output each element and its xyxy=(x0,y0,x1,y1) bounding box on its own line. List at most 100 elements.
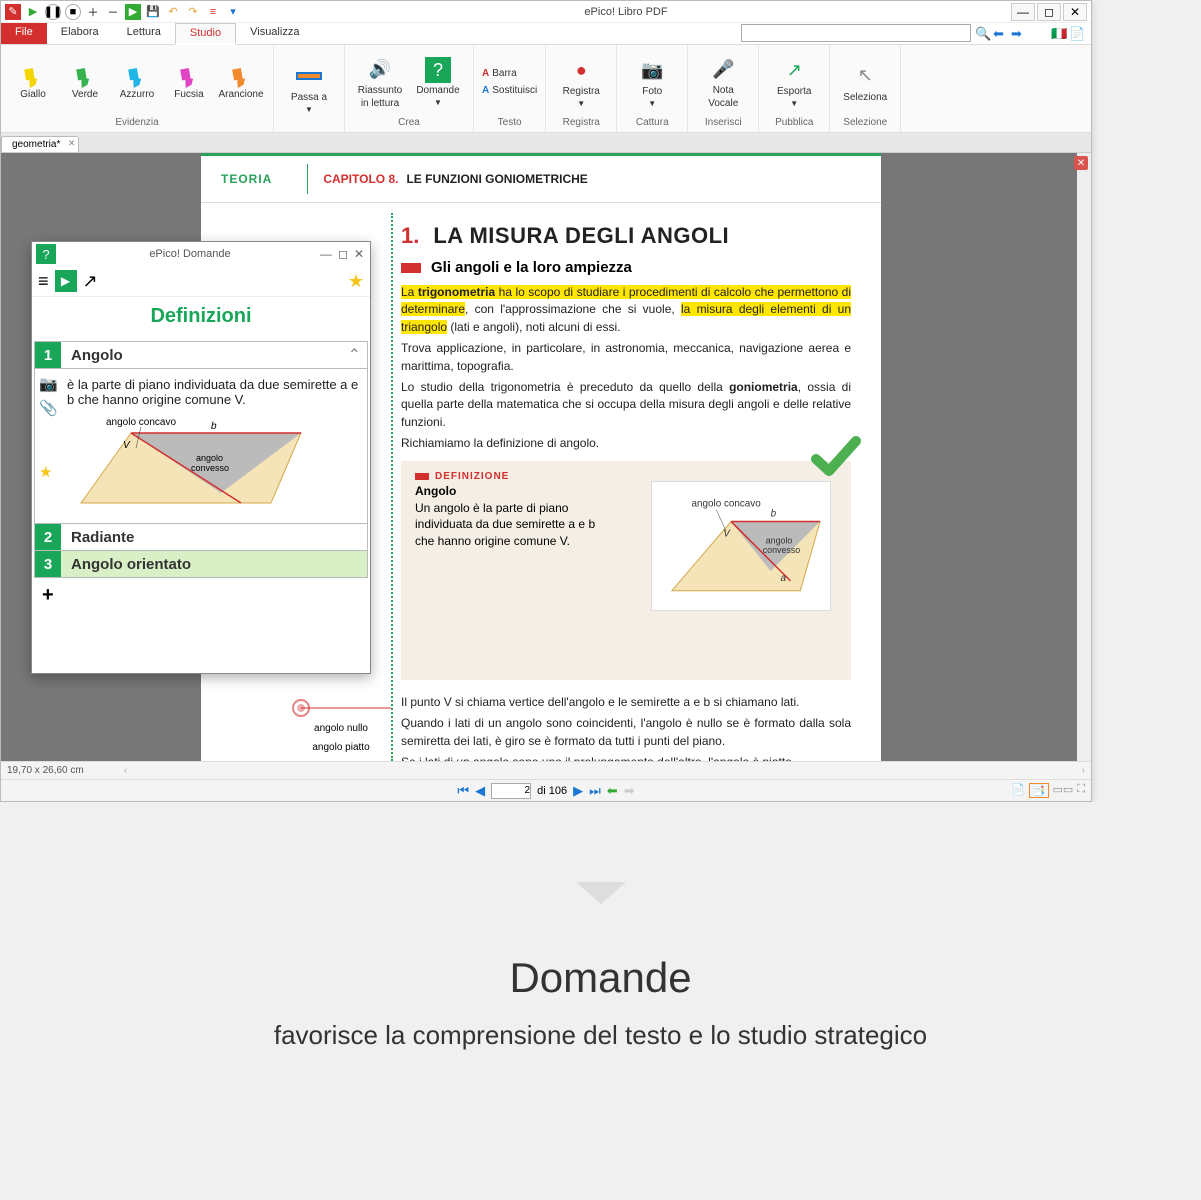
group-cattura-label: Cattura xyxy=(625,115,679,128)
highlight-giallo[interactable]: Giallo xyxy=(9,49,57,115)
maximize-button[interactable]: ◻ xyxy=(1037,3,1061,21)
panel-maximize-icon[interactable]: ◻ xyxy=(338,247,348,261)
panel-title: ePico! Domande xyxy=(60,248,320,260)
sostituisci-button[interactable]: ASostituisci xyxy=(482,84,537,97)
definition-box: DEFINIZIONE Angolo Un angolo è la parte … xyxy=(401,461,851,680)
group-crea-label: Crea xyxy=(353,115,465,128)
group-registra-label: Registra xyxy=(554,115,608,128)
svg-text:angolo: angolo xyxy=(766,535,793,545)
page-number-input[interactable] xyxy=(491,783,531,799)
search-input[interactable] xyxy=(741,24,971,42)
section-number: 1. xyxy=(401,223,419,249)
def-text: Un angolo è la parte di piano individuat… xyxy=(415,500,615,550)
camera-icon[interactable]: 📷 xyxy=(39,375,58,393)
dropdown-icon[interactable]: ▾ xyxy=(225,4,241,20)
view-single-icon[interactable]: 📄 xyxy=(1011,783,1025,798)
detail-diagram: angolo concavobVangoloconvesso xyxy=(71,413,321,513)
tab-close-icon[interactable]: ✕ xyxy=(68,138,76,149)
fav-star-icon[interactable]: ★ xyxy=(39,463,58,481)
panel-external-icon[interactable]: ↗ xyxy=(83,271,98,292)
page-icon[interactable]: 📄 xyxy=(1069,26,1085,42)
stop-icon[interactable]: ■ xyxy=(65,4,81,20)
flag-it-icon[interactable]: 🇮🇹 xyxy=(1051,26,1067,42)
view-pages-icon[interactable]: 📑 xyxy=(1029,783,1049,798)
redo-icon[interactable]: ↷ xyxy=(185,4,201,20)
highlight-arancione[interactable]: Arancione xyxy=(217,49,265,115)
domande-panel: ? ePico! Domande — ◻ ✕ ≡ ▶ ↗ ★ Definizio… xyxy=(31,241,371,674)
question-row-2[interactable]: 2 Radiante xyxy=(34,523,368,551)
barra-button[interactable]: ABarra xyxy=(482,67,537,80)
menu-elabora[interactable]: Elabora xyxy=(47,23,113,44)
svg-text:convesso: convesso xyxy=(763,545,801,555)
detail-text: è la parte di piano individuata da due s… xyxy=(41,373,361,413)
panel-minimize-icon[interactable]: — xyxy=(320,247,332,261)
panel-close-icon[interactable]: ✕ xyxy=(354,247,364,261)
seleziona-button[interactable]: ↖Seleziona xyxy=(838,49,892,115)
view-fit-icon[interactable]: ⛶ xyxy=(1077,783,1085,798)
page-total: di 106 xyxy=(537,785,567,797)
menu-visualizza[interactable]: Visualizza xyxy=(236,23,313,44)
panel-star-icon[interactable]: ★ xyxy=(348,271,364,292)
passa-a-button[interactable]: Passa a▼ xyxy=(282,49,336,126)
foto-button[interactable]: 📷Foto▼ xyxy=(625,49,679,115)
pause-icon[interactable]: ❚❚ xyxy=(45,4,61,20)
doc-tab-bar: geometria*✕ xyxy=(1,133,1091,153)
question-detail: 📷 📎 ★ è la parte di piano individuata da… xyxy=(34,368,368,524)
nav-next-icon[interactable]: ➡ xyxy=(1011,26,1027,42)
nav-prev-icon[interactable]: ⬅ xyxy=(993,26,1009,42)
domande-button[interactable]: ?Domande▼ xyxy=(411,49,465,115)
app-icon: ✎ xyxy=(5,4,21,20)
save-icon[interactable]: 💾 xyxy=(145,4,161,20)
capitolo-title: LE FUNZIONI GONIOMETRICHE xyxy=(406,172,587,186)
play-icon[interactable]: ▶ xyxy=(25,4,41,20)
highlight-verde[interactable]: Verde xyxy=(61,49,109,115)
titlebar: ✎ ▶ ❚❚ ■ ＋ － ▶ 💾 ↶ ↷ ≡ ▾ ePico! Libro PD… xyxy=(1,1,1091,23)
clip-icon[interactable]: 📎 xyxy=(39,399,58,417)
svg-text:angolo concavo: angolo concavo xyxy=(106,417,176,428)
back-icon[interactable]: ⬅ xyxy=(607,783,618,799)
paragraph-7: Se i lati di un angolo sono uno il prolu… xyxy=(401,754,851,761)
plus-icon[interactable]: ＋ xyxy=(85,4,101,20)
panel-menu-icon[interactable]: ≡ xyxy=(38,271,49,292)
add-question-button[interactable]: + xyxy=(32,578,370,613)
content-area: ✕ TEORIA CAPITOLO 8. LE FUNZIONI GONIOME… xyxy=(1,153,1091,761)
riassunto-button[interactable]: 🔊Riassuntoin lettura xyxy=(353,49,407,115)
forward-icon[interactable]: ➡ xyxy=(624,783,635,799)
last-page-icon[interactable]: ⏭ xyxy=(589,783,601,799)
undo-icon[interactable]: ↶ xyxy=(165,4,181,20)
list-icon[interactable]: ≡ xyxy=(205,4,221,20)
scroll-left-icon[interactable]: ‹ xyxy=(124,765,127,776)
promo-title: Domande xyxy=(0,954,1201,1002)
prev-page-icon[interactable]: ◀ xyxy=(475,783,485,799)
view-split-icon[interactable]: ▭▭ xyxy=(1053,783,1074,798)
scroll-right-icon[interactable]: › xyxy=(1082,765,1085,776)
panel-close-icon[interactable]: ✕ xyxy=(1074,156,1088,170)
question-row-3[interactable]: 3 Angolo orientato xyxy=(34,550,368,578)
search-go-icon[interactable]: 🔍 xyxy=(975,26,991,42)
play2-icon[interactable]: ▶ xyxy=(125,4,141,20)
minimize-button[interactable]: — xyxy=(1011,3,1035,21)
close-button[interactable]: ✕ xyxy=(1063,3,1087,21)
minus-icon[interactable]: － xyxy=(105,4,121,20)
svg-text:b: b xyxy=(771,508,777,519)
paragraph-1: La trigonometria ha lo scopo di studiare… xyxy=(401,284,851,336)
panel-play-icon[interactable]: ▶ xyxy=(55,270,77,292)
question-row-1[interactable]: 1 Angolo ⌃ xyxy=(34,341,368,369)
highlight-fucsia[interactable]: Fucsia xyxy=(165,49,213,115)
menu-lettura[interactable]: Lettura xyxy=(113,23,175,44)
doc-tab[interactable]: geometria*✕ xyxy=(1,136,79,152)
expand-icon[interactable]: ⌃ xyxy=(342,345,367,365)
highlight-azzurro[interactable]: Azzurro xyxy=(113,49,161,115)
page-navigation: ⏮ ◀ di 106 ▶ ⏭ ⬅ ➡ 📄 📑 ▭▭ ⛶ xyxy=(1,779,1091,801)
vertical-scrollbar[interactable] xyxy=(1077,153,1091,761)
promo-subtitle: favorisce la comprensione del testo e lo… xyxy=(0,1020,1201,1051)
nota-vocale-button[interactable]: 🎤NotaVocale xyxy=(696,49,750,115)
registra-button[interactable]: ●Registra▼ xyxy=(554,49,608,115)
esporta-button[interactable]: ↗Esporta▼ xyxy=(767,49,821,115)
group-pubblica-label: Pubblica xyxy=(767,115,821,128)
next-page-icon[interactable]: ▶ xyxy=(573,783,583,799)
menu-studio[interactable]: Studio xyxy=(175,23,236,45)
first-page-icon[interactable]: ⏮ xyxy=(457,783,469,799)
menu-file[interactable]: File xyxy=(1,23,47,44)
group-inserisci-label: Inserisci xyxy=(696,115,750,128)
